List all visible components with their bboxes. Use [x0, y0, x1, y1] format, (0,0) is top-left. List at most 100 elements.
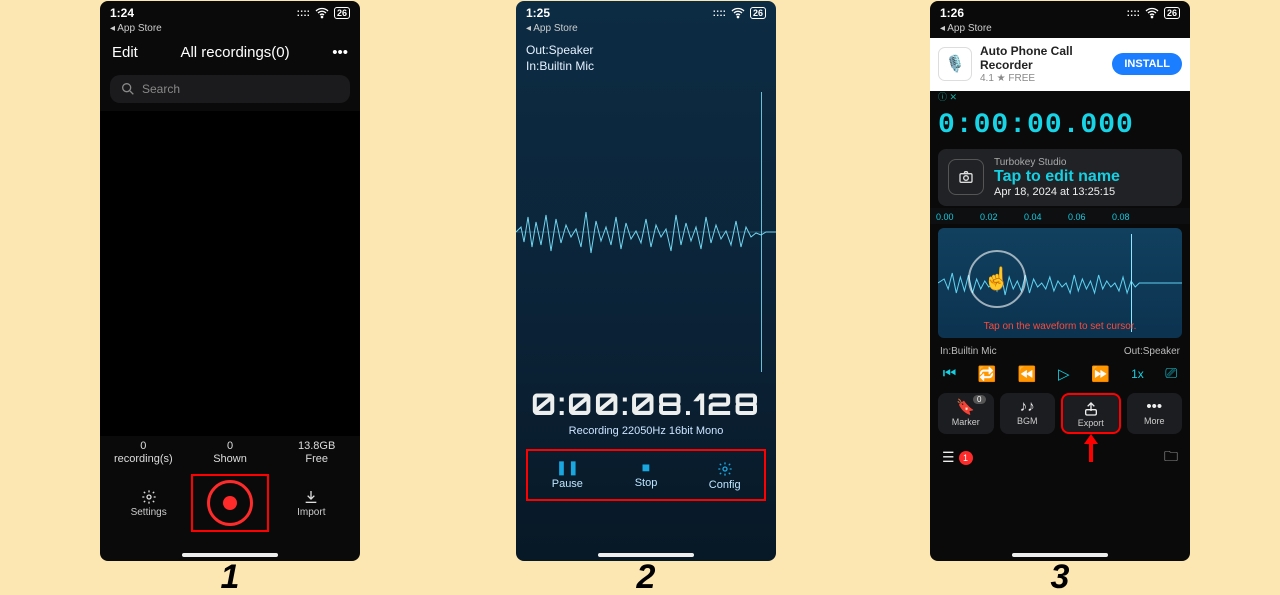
playhead: [761, 92, 762, 372]
clock: 1:25: [526, 6, 550, 20]
output-device: Out:Speaker: [1124, 346, 1180, 357]
bgm-button[interactable]: ♪♪ BGM: [1000, 393, 1056, 434]
home-indicator[interactable]: [182, 553, 278, 557]
music-icon: ♪♪: [1000, 398, 1056, 415]
screen-2: 1:25 :::: 26 ◂ App Store Out:Speaker In:…: [516, 1, 776, 561]
status-bar: 1:25 :::: 26: [516, 1, 776, 21]
wifi-icon: [730, 5, 746, 21]
edit-button[interactable]: Edit: [112, 44, 138, 61]
record-button[interactable]: [207, 480, 253, 526]
loop-button[interactable]: 🔁: [978, 365, 997, 383]
status-bar: 1:26 :::: 26: [930, 1, 1190, 21]
ad-app-icon: 🎙️: [938, 47, 972, 81]
folder-icon[interactable]: 🗀: [1164, 446, 1178, 470]
signal-icon: ::::: [713, 8, 726, 19]
status-right: :::: 26: [713, 5, 766, 21]
stat-free-label: Free: [273, 453, 360, 466]
list-icon[interactable]: ☰: [942, 449, 955, 466]
tap-hint-icon: ☝: [968, 250, 1026, 308]
recording-controls-highlight: ❚❚ Pause ■ Stop Config: [526, 449, 766, 500]
pause-button[interactable]: ❚❚ Pause: [528, 451, 607, 498]
export-button-highlight: Export: [1061, 393, 1121, 434]
bottom-toolbar: Settings Import: [100, 468, 360, 546]
camera-icon: [948, 159, 984, 195]
footer-stats: 0recording(s) 0Shown 13.8GBFree: [100, 436, 360, 468]
studio-label: Turbokey Studio: [994, 157, 1120, 168]
wifi-icon: [314, 5, 330, 21]
back-to-appstore[interactable]: ◂ App Store: [516, 21, 776, 38]
forward-button[interactable]: ⏩: [1091, 365, 1110, 383]
recording-date: Apr 18, 2024 at 13:25:15: [994, 186, 1120, 198]
playhead: [1131, 234, 1132, 332]
playback-timer: 0:00:00.000: [930, 104, 1190, 147]
stop-button[interactable]: ■ Stop: [607, 451, 686, 498]
ad-install-button[interactable]: INSTALL: [1112, 53, 1182, 75]
signal-icon: ::::: [297, 8, 310, 19]
bgm-label: BGM: [1017, 416, 1038, 426]
play-button[interactable]: ▷: [1058, 365, 1070, 383]
record-button-highlight: [191, 474, 269, 532]
ad-app-name: Auto Phone Call Recorder: [980, 44, 1104, 73]
import-label: Import: [297, 507, 325, 518]
waveform-view[interactable]: ☝ Tap on the waveform to set cursor.: [938, 228, 1182, 338]
header: Edit All recordings(0) •••: [100, 38, 360, 67]
home-indicator[interactable]: [1012, 553, 1108, 557]
marker-count-badge: 0: [973, 395, 985, 404]
search-input[interactable]: Search: [110, 75, 350, 103]
waveform-icon: [516, 187, 776, 277]
io-labels: In:Builtin Mic Out:Speaker: [930, 342, 1190, 361]
screen-3: 1:26 :::: 26 ◂ App Store 🎙️ Auto Phone C…: [930, 1, 1190, 561]
clock: 1:24: [110, 6, 134, 20]
marker-button[interactable]: 0 🔖 Marker: [938, 393, 994, 434]
waveform-hint: Tap on the waveform to set cursor.: [938, 321, 1182, 332]
status-right: :::: 26: [297, 5, 350, 21]
config-button[interactable]: Config: [685, 451, 764, 498]
io-labels: Out:Speaker In:Builtin Mic: [516, 38, 776, 78]
signal-icon: ::::: [1127, 8, 1140, 19]
action-row: 0 🔖 Marker ♪♪ BGM Export ••• More: [930, 387, 1190, 438]
pause-label: Pause: [552, 478, 583, 490]
back-to-appstore[interactable]: ◂ App Store: [100, 21, 360, 38]
speed-button[interactable]: 1x: [1131, 367, 1144, 381]
annotation-arrow-icon: [1084, 434, 1098, 460]
step-label-2: 2: [516, 558, 776, 595]
marker-label: Marker: [952, 417, 980, 427]
export-button[interactable]: Export: [1063, 400, 1119, 428]
more-button[interactable]: ••• More: [1127, 393, 1183, 434]
skip-start-button[interactable]: ⏮: [943, 365, 957, 382]
stat-recordings-label: recording(s): [100, 453, 187, 466]
more-button[interactable]: •••: [332, 44, 348, 61]
ruler-tick: 0.04: [1024, 212, 1068, 222]
airplay-button[interactable]: ⎚: [1165, 365, 1177, 382]
screen-1: 1:24 :::: 26 ◂ App Store Edit All record…: [100, 1, 360, 561]
clock: 1:26: [940, 6, 964, 20]
ruler-tick: 0.06: [1068, 212, 1112, 222]
input-device: In:Builtin Mic: [940, 346, 997, 357]
stat-shown-label: Shown: [187, 453, 274, 466]
home-indicator[interactable]: [598, 553, 694, 557]
status-right: :::: 26: [1127, 5, 1180, 21]
ad-badge[interactable]: ⓘ ✕: [930, 91, 1190, 104]
rewind-button[interactable]: ⏪: [1018, 365, 1037, 383]
recording-format: Recording 22050Hz 16bit Mono: [516, 425, 776, 443]
ad-app-sub: 4.1 ★ FREE: [980, 73, 1104, 85]
ad-banner[interactable]: 🎙️ Auto Phone Call Recorder 4.1 ★ FREE I…: [930, 38, 1190, 91]
recording-info-card[interactable]: Turbokey Studio Tap to edit name Apr 18,…: [938, 149, 1182, 206]
step-label-3: 3: [930, 558, 1190, 595]
pause-icon: ❚❚: [528, 459, 607, 476]
waveform-view[interactable]: [516, 82, 776, 382]
stat-recordings-count: 0: [100, 440, 187, 453]
settings-tab[interactable]: Settings: [114, 489, 184, 518]
settings-label: Settings: [131, 507, 167, 518]
recording-title[interactable]: Tap to edit name: [994, 168, 1120, 186]
battery-icon: 26: [750, 7, 766, 19]
import-tab[interactable]: Import: [276, 489, 346, 518]
footer-row: ☰ 1 🗀: [930, 438, 1190, 470]
ruler-tick: 0.02: [980, 212, 1024, 222]
stat-shown-count: 0: [187, 440, 274, 453]
gear-icon: [141, 489, 157, 505]
back-to-appstore[interactable]: ◂ App Store: [930, 21, 1190, 38]
share-icon: [1063, 400, 1119, 417]
gear-icon: [685, 459, 764, 476]
import-icon: [303, 489, 319, 505]
